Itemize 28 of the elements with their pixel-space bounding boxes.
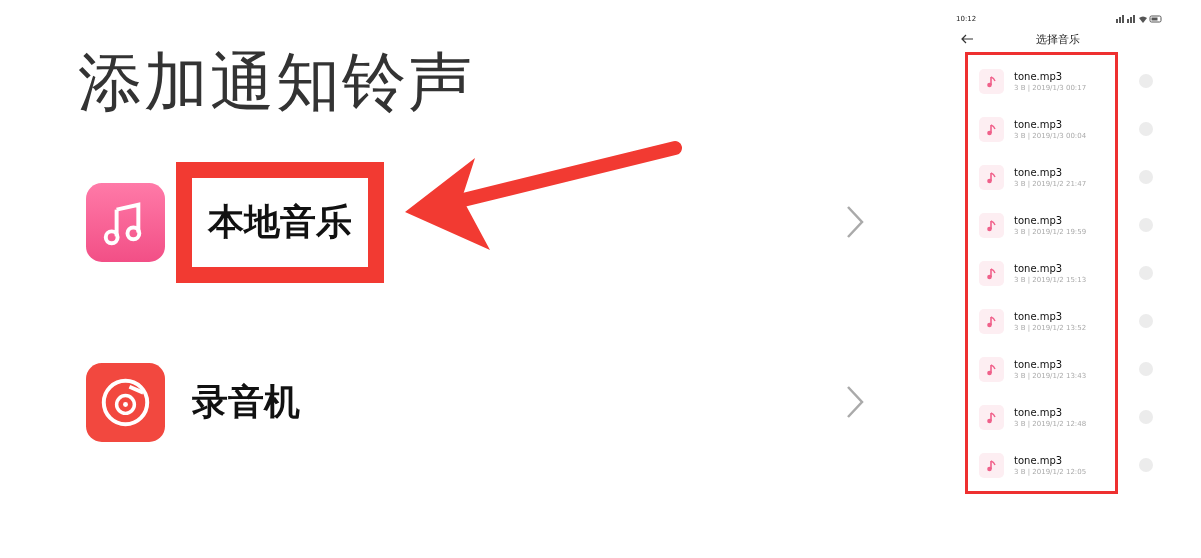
- file-name[interactable]: tone.mp3: [1014, 358, 1087, 370]
- music-note-icon: [979, 164, 1004, 190]
- file-name[interactable]: tone.mp3: [1014, 262, 1087, 274]
- file-name[interactable]: tone.mp3: [1014, 214, 1087, 226]
- chevron-right-icon[interactable]: [845, 384, 865, 420]
- file-name[interactable]: tone.mp3: [1014, 70, 1087, 82]
- file-name[interactable]: tone.mp3: [1014, 454, 1087, 466]
- file-name[interactable]: tone.mp3: [1014, 118, 1087, 130]
- music-note-icon: [979, 116, 1004, 142]
- source-label[interactable]: 录音机: [192, 380, 300, 422]
- screen-title: 选择音乐: [1036, 31, 1080, 47]
- music-note-icon: [979, 212, 1004, 238]
- back-arrow-icon[interactable]: [960, 34, 974, 44]
- music-note-icon: [979, 68, 1004, 94]
- music-note-icon: [979, 452, 1004, 478]
- file-name[interactable]: tone.mp3: [1014, 310, 1087, 322]
- file-name[interactable]: tone.mp3: [1014, 166, 1087, 178]
- music-note-icon: [979, 260, 1004, 286]
- music-note-icon: [979, 308, 1004, 334]
- record-icon[interactable]: [86, 362, 165, 442]
- source-label[interactable]: 本地音乐: [208, 200, 352, 242]
- music-note-icon: [979, 356, 1004, 382]
- file-name[interactable]: tone.mp3: [1014, 406, 1087, 418]
- page-title: 添加通知铃声: [77, 44, 475, 121]
- chevron-right-icon[interactable]: [845, 204, 865, 240]
- music-note-icon[interactable]: [86, 182, 165, 262]
- status-icons: [1116, 15, 1162, 23]
- music-note-icon: [979, 404, 1004, 430]
